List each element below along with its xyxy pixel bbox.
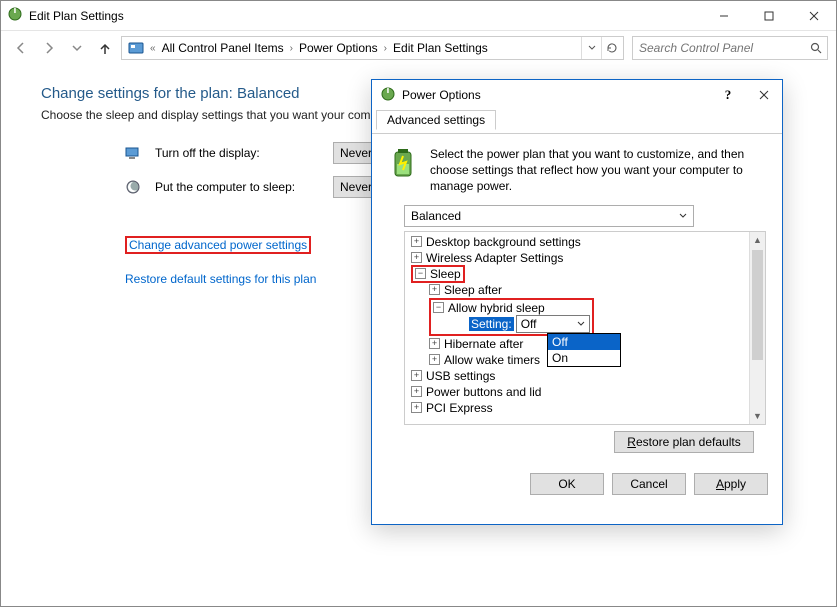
tree-item-sleep-after[interactable]: +Sleep after — [407, 282, 747, 298]
expand-icon[interactable]: + — [411, 386, 422, 397]
expand-icon[interactable]: + — [411, 402, 422, 413]
address-bar[interactable]: « All Control Panel Items › Power Option… — [121, 36, 624, 60]
minimize-button[interactable] — [701, 1, 746, 30]
display-icon — [125, 145, 141, 161]
tree-scrollbar[interactable]: ▲ ▼ — [749, 232, 765, 424]
close-button[interactable] — [791, 1, 836, 30]
breadcrumb-item[interactable]: Power Options — [295, 41, 382, 55]
tree-item-power-buttons[interactable]: +Power buttons and lid — [407, 384, 747, 400]
title-bar: Edit Plan Settings — [1, 1, 836, 31]
search-input[interactable] — [633, 41, 805, 55]
expand-icon[interactable]: + — [411, 236, 422, 247]
dialog-description: Select the power plan that you want to c… — [430, 146, 768, 195]
put-to-sleep-label: Put the computer to sleep: — [155, 180, 319, 194]
tree-item-wireless[interactable]: +Wireless Adapter Settings — [407, 250, 747, 266]
restore-defaults-link[interactable]: Restore default settings for this plan — [125, 272, 316, 286]
chevron-right-icon: › — [290, 43, 293, 54]
change-advanced-link[interactable]: Change advanced power settings — [129, 238, 307, 252]
window-title: Edit Plan Settings — [29, 9, 124, 23]
tree-item-pci[interactable]: +PCI Express — [407, 400, 747, 416]
collapse-icon[interactable]: − — [433, 302, 444, 313]
expand-icon[interactable]: + — [411, 370, 422, 381]
address-dropdown[interactable] — [581, 37, 601, 59]
power-options-dialog: Power Options ? Advanced settings Select… — [371, 79, 783, 525]
breadcrumb-item[interactable]: All Control Panel Items — [158, 41, 288, 55]
tab-advanced-settings[interactable]: Advanced settings — [376, 110, 496, 130]
help-button[interactable]: ? — [710, 80, 746, 110]
breadcrumb-item[interactable]: Edit Plan Settings — [389, 41, 492, 55]
up-button[interactable] — [93, 36, 117, 60]
scroll-down-icon[interactable]: ▼ — [750, 408, 765, 424]
turn-off-display-label: Turn off the display: — [155, 146, 319, 160]
setting-value-select[interactable]: Off — [516, 315, 590, 333]
chevron-right-icon: › — [384, 43, 387, 54]
power-icon — [380, 86, 396, 105]
collapse-icon[interactable]: − — [415, 268, 426, 279]
recent-dropdown[interactable] — [65, 36, 89, 60]
app-icon — [7, 6, 23, 25]
dialog-title-bar: Power Options ? — [372, 80, 782, 110]
expand-icon[interactable]: + — [429, 338, 440, 349]
scroll-up-icon[interactable]: ▲ — [750, 232, 765, 248]
search-box[interactable] — [632, 36, 828, 60]
expand-icon[interactable]: + — [411, 252, 422, 263]
nav-row: « All Control Panel Items › Power Option… — [1, 31, 836, 65]
cancel-button[interactable]: Cancel — [612, 473, 686, 495]
search-icon[interactable] — [805, 42, 827, 54]
tree-item-sleep[interactable]: −Sleep — [407, 266, 747, 282]
option-on[interactable]: On — [548, 350, 620, 366]
tree-item-setting-row[interactable]: Setting: Off Off On — [433, 316, 590, 332]
dialog-button-row: OK Cancel Apply — [372, 465, 782, 495]
option-off[interactable]: Off — [548, 334, 620, 350]
expand-icon[interactable]: + — [429, 284, 440, 295]
forward-button[interactable] — [37, 36, 61, 60]
ok-button[interactable]: OK — [530, 473, 604, 495]
setting-dropdown-list[interactable]: Off On — [547, 333, 621, 367]
battery-icon — [386, 146, 420, 180]
expand-icon[interactable]: + — [429, 354, 440, 365]
setting-label: Setting: — [469, 317, 514, 331]
back-button[interactable] — [9, 36, 33, 60]
apply-button[interactable]: Apply — [694, 473, 768, 495]
settings-tree: +Desktop background settings +Wireless A… — [404, 231, 766, 425]
sleep-icon — [125, 179, 141, 195]
refresh-button[interactable] — [601, 37, 621, 59]
dialog-title: Power Options — [402, 88, 481, 102]
scroll-thumb[interactable] — [752, 250, 763, 360]
restore-plan-defaults-button[interactable]: Restore plan defaults — [614, 431, 754, 453]
tree-item-desktop-bg[interactable]: +Desktop background settings — [407, 234, 747, 250]
dialog-close-button[interactable] — [746, 80, 782, 110]
cp-icon — [124, 40, 148, 56]
plan-select[interactable]: Balanced — [404, 205, 694, 227]
tree-item-usb[interactable]: +USB settings — [407, 368, 747, 384]
tree-item-hybrid-sleep[interactable]: −Allow hybrid sleep — [433, 300, 590, 316]
maximize-button[interactable] — [746, 1, 791, 30]
